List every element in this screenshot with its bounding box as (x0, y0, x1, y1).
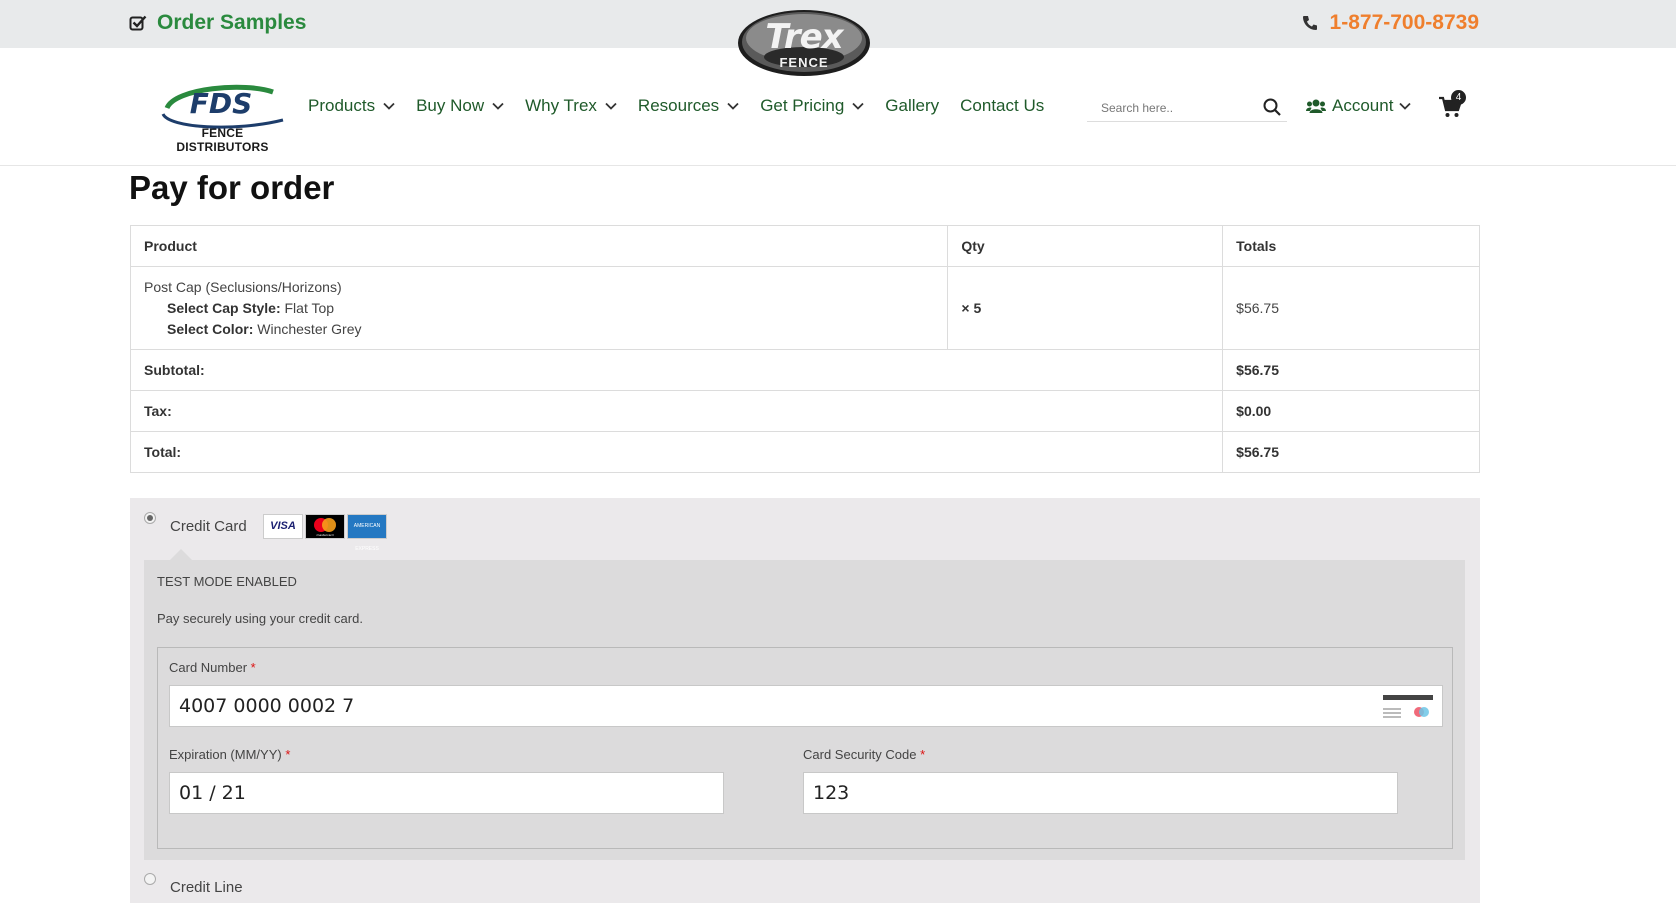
card-number-input[interactable] (169, 685, 1443, 727)
nav-item-label: Buy Now (416, 96, 485, 115)
payment-box-arrow (170, 549, 192, 560)
tax-value: $0.00 (1222, 390, 1480, 432)
account-label: Account (1332, 96, 1394, 115)
credit-card-radio[interactable] (144, 512, 156, 524)
total-value: $56.75 (1222, 431, 1480, 473)
table-row: Post Cap (Seclusions/Horizons) Select Ca… (129, 266, 1480, 350)
nav-item-contact-us[interactable]: Contact Us (960, 96, 1044, 116)
tax-row: Tax: $0.00 (129, 390, 1480, 432)
expiration-input[interactable] (169, 772, 724, 814)
required-mark: * (920, 747, 926, 762)
product-cell: Post Cap (Seclusions/Horizons) Select Ca… (129, 266, 949, 350)
credit-card-icon (1383, 695, 1433, 718)
card-number-label: Card Number * (169, 660, 256, 675)
nav-item-products[interactable]: Products (308, 96, 395, 116)
test-mode-notice: TEST MODE ENABLED (157, 574, 297, 589)
qty-cell: × 5 (947, 266, 1224, 350)
order-samples-link[interactable]: Order Samples (129, 11, 306, 35)
chevron-down-icon (852, 102, 864, 110)
chevron-down-icon (1399, 102, 1412, 110)
meta-value: Flat Top (284, 299, 335, 316)
phone-number: 1-877-700-8739 (1329, 11, 1479, 34)
credit-card-form-panel: TEST MODE ENABLED Pay securely using you… (144, 560, 1465, 860)
page-title: Pay for order (129, 169, 335, 206)
product-meta-color: Select Color: Winchester Grey (144, 319, 934, 340)
subtotal-row: Subtotal: $56.75 (129, 349, 1480, 391)
required-mark: * (250, 660, 256, 675)
nav-item-buy-now[interactable]: Buy Now (416, 96, 504, 116)
order-table: Product Qty Totals Post Cap (Seclusions/… (129, 225, 1480, 473)
payment-description: Pay securely using your credit card. (157, 611, 363, 626)
phone-link[interactable]: 1-877-700-8739 (1302, 11, 1479, 35)
header-qty: Qty (947, 225, 1224, 267)
search-input[interactable] (1101, 98, 1251, 118)
meta-value: Winchester Grey (257, 320, 362, 337)
tax-label: Tax: (129, 390, 1224, 432)
account-menu[interactable]: Account (1306, 96, 1412, 116)
chevron-down-icon (605, 102, 617, 110)
card-number-wrapper (169, 685, 1443, 727)
header-totals: Totals (1222, 225, 1480, 267)
nav-item-label: Get Pricing (760, 96, 845, 115)
card-brand-logos: VISA mastercard AMERICAN EXPRESS (263, 514, 387, 552)
subtotal-label: Subtotal: (129, 349, 1224, 391)
nav-item-label: Why Trex (525, 96, 597, 115)
search-icon[interactable] (1262, 97, 1282, 117)
total-label: Total: (129, 431, 1224, 473)
header-product: Product (129, 225, 949, 267)
expiration-label: Expiration (MM/YY) * (169, 747, 291, 762)
nav-item-label: Contact Us (960, 96, 1045, 115)
nav-item-get-pricing[interactable]: Get Pricing (760, 96, 864, 116)
trex-logo-text: Trex (765, 17, 843, 57)
meta-key: Select Cap Style: (167, 299, 281, 316)
search-box (1087, 92, 1287, 122)
checkbox-icon (129, 15, 147, 31)
required-mark: * (285, 747, 291, 762)
subtotal-value: $56.75 (1222, 349, 1480, 391)
cart-count-badge: 4 (1451, 90, 1466, 105)
product-meta-cap-style: Select Cap Style: Flat Top (144, 298, 934, 319)
trex-logo-sub: FENCE (779, 55, 829, 70)
credit-card-label[interactable]: Credit Card (170, 518, 247, 535)
visa-icon: VISA (263, 514, 303, 539)
nav-item-label: Products (308, 96, 376, 115)
line-total-cell: $56.75 (1222, 266, 1480, 350)
chevron-down-icon (383, 102, 395, 110)
mastercard-icon: mastercard (305, 514, 345, 539)
chevron-down-icon (492, 102, 504, 110)
amex-icon: AMERICAN EXPRESS (347, 514, 387, 552)
trex-fence-logo[interactable]: Trex FENCE (736, 5, 872, 77)
users-icon (1306, 99, 1326, 113)
meta-key: Select Color: (167, 320, 254, 337)
nav-item-label: Gallery (885, 96, 940, 115)
order-samples-label: Order Samples (157, 11, 307, 34)
card-fields-fieldset: Card Number * Expiration (MM/YY) * Card (157, 647, 1453, 849)
phone-icon (1302, 16, 1317, 30)
fds-logo-text: FDS (190, 87, 253, 120)
security-code-input[interactable] (803, 772, 1398, 814)
security-code-label: Card Security Code * (803, 747, 926, 762)
table-header-row: Product Qty Totals (129, 225, 1480, 267)
chevron-down-icon (727, 102, 739, 110)
nav-item-why-trex[interactable]: Why Trex (525, 96, 617, 116)
nav-item-gallery[interactable]: Gallery (885, 96, 939, 116)
credit-line-radio[interactable] (144, 873, 156, 885)
payment-methods: Credit Card VISA mastercard AMERICAN EXP… (130, 498, 1480, 903)
product-name: Post Cap (Seclusions/Horizons) (144, 278, 342, 295)
fds-logo-subtitle: FENCE DISTRIBUTORS (176, 126, 269, 154)
nav-item-label: Resources (637, 96, 720, 115)
nav-item-resources[interactable]: Resources (638, 96, 739, 116)
total-row: Total: $56.75 (129, 431, 1480, 473)
svg-text:mastercard: mastercard (316, 533, 333, 537)
credit-line-label[interactable]: Credit Line (170, 879, 243, 896)
nav-menu: Products Buy Now Why Trex Resources Get … (308, 96, 1065, 116)
